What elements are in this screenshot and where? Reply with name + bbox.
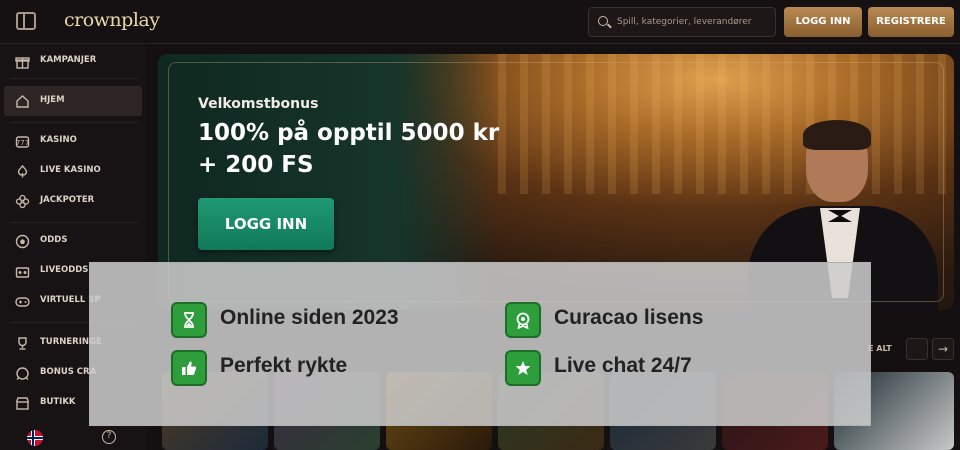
gift-icon bbox=[15, 54, 30, 69]
sidebar-item-label: BONUS CRA bbox=[40, 367, 97, 377]
search-box[interactable] bbox=[588, 7, 776, 37]
sidebar-item-kasino[interactable]: 777 KASINO bbox=[0, 126, 146, 156]
hourglass-icon bbox=[171, 302, 207, 338]
sidebar-toggle-icon[interactable] bbox=[16, 12, 36, 30]
svg-text:777: 777 bbox=[16, 139, 29, 147]
live-odds-icon bbox=[15, 264, 30, 279]
next-arrow-icon[interactable]: → bbox=[932, 338, 954, 360]
shop-icon bbox=[15, 396, 30, 411]
slot-machine-icon: 777 bbox=[15, 134, 30, 149]
sidebar-item-kampanjer[interactable]: KAMPANJER bbox=[0, 46, 146, 76]
see-all-link[interactable]: E ALT bbox=[868, 338, 902, 360]
sidebar-item-label: KAMPANJER bbox=[40, 55, 97, 65]
divider bbox=[10, 78, 138, 79]
thumbs-up-icon bbox=[171, 350, 207, 386]
sidebar-item-label: JACKPOTER bbox=[40, 195, 95, 205]
sidebar-item-label: ODDS bbox=[40, 235, 68, 245]
prev-arrow-icon[interactable] bbox=[906, 338, 928, 360]
features-overlay: Online siden 2023 Curacao lisens Perfekt… bbox=[89, 262, 871, 426]
license-badge-icon bbox=[505, 302, 541, 338]
search-input[interactable] bbox=[617, 13, 767, 31]
sidebar-item-jackpoter[interactable]: JACKPOTER bbox=[0, 186, 146, 216]
casino-chip-icon bbox=[15, 164, 30, 179]
home-icon bbox=[15, 94, 30, 109]
divider bbox=[10, 222, 138, 223]
sidebar-item-hjem[interactable]: HJEM bbox=[4, 86, 142, 116]
sidebar-item-odds[interactable]: ODDS bbox=[0, 226, 146, 256]
register-button[interactable]: REGISTRERE bbox=[868, 7, 954, 37]
banner-headline-line1: 100% på opptil 5000 kr bbox=[198, 120, 500, 146]
help-icon[interactable]: ? bbox=[102, 430, 116, 444]
top-bar: crownplay LOGG INN REGISTRERE bbox=[0, 0, 960, 44]
sidebar-item-label: BUTIKK bbox=[40, 397, 76, 407]
feature-label: Curacao lisens bbox=[554, 306, 704, 329]
gamepad-icon bbox=[15, 294, 30, 309]
sidebar-item-label: KASINO bbox=[40, 135, 77, 145]
login-button[interactable]: LOGG INN bbox=[784, 7, 862, 37]
sidebar-item-label: LIVEODDS bbox=[40, 265, 89, 275]
banner-login-button[interactable]: LOGG INN bbox=[198, 198, 334, 250]
feature-label: Online siden 2023 bbox=[220, 306, 399, 329]
trophy-icon bbox=[15, 336, 30, 351]
sidebar-item-label: LIVE KASINO bbox=[40, 165, 101, 175]
search-icon bbox=[598, 16, 608, 26]
clover-icon bbox=[15, 194, 30, 209]
divider bbox=[10, 122, 138, 123]
feature-label: Live chat 24/7 bbox=[554, 354, 692, 377]
feature-label: Perfekt rykte bbox=[220, 354, 348, 377]
logo[interactable]: crownplay bbox=[64, 9, 160, 31]
banner-headline-line2: + 200 FS bbox=[198, 152, 314, 178]
sidebar-item-label: HJEM bbox=[40, 95, 65, 105]
sidebar-item-live-kasino[interactable]: LIVE KASINO bbox=[0, 156, 146, 186]
football-icon bbox=[15, 234, 30, 249]
banner-subtitle: Velkomstbonus bbox=[198, 96, 319, 112]
bonus-icon bbox=[15, 366, 30, 381]
star-icon bbox=[505, 350, 541, 386]
norway-flag-icon[interactable] bbox=[27, 430, 43, 446]
